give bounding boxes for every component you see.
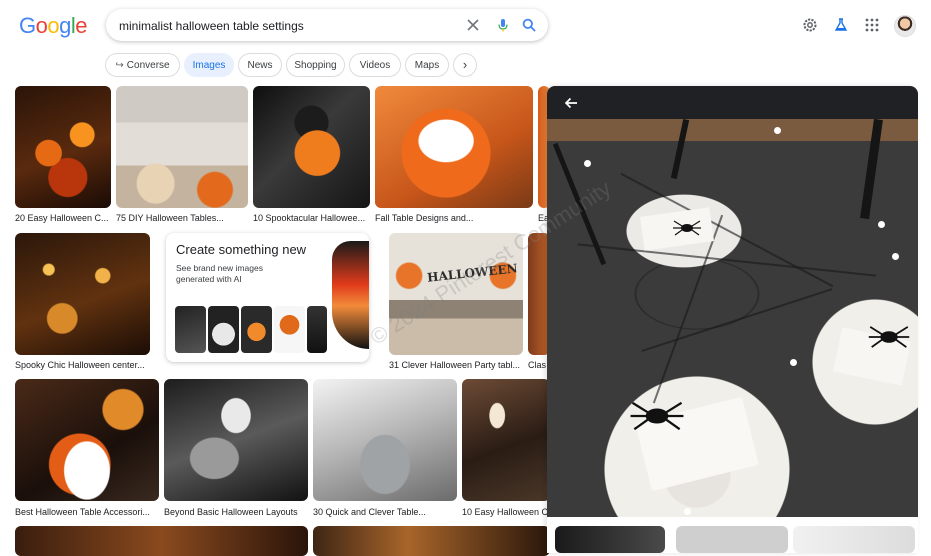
chair-leg <box>670 119 690 179</box>
chair-leg <box>860 118 883 220</box>
result-image[interactable] <box>164 379 308 501</box>
hotspot-dot[interactable] <box>774 127 781 134</box>
result-image[interactable] <box>15 86 111 208</box>
result-caption[interactable]: 75 DIY Halloween Tables... <box>116 213 248 223</box>
result-caption[interactable]: 10 Spooktacular Hallowee... <box>253 213 370 223</box>
chevron-right-icon: › <box>462 57 468 72</box>
ai-swirl-graphic <box>332 241 369 349</box>
create-something-new-card[interactable]: Create something new See brand new image… <box>166 233 369 362</box>
chip-converse[interactable]: ↪ Converse <box>105 53 180 77</box>
web-strand <box>577 243 877 277</box>
result-caption[interactable]: 20 Easy Halloween C... <box>15 213 111 223</box>
create-card-subtitle: See brand new images generated with AI <box>176 263 263 284</box>
search-box[interactable] <box>106 9 548 41</box>
related-image[interactable] <box>676 526 788 553</box>
result-caption[interactable]: Best Halloween Table Accessori... <box>15 507 159 517</box>
result-caption[interactable]: 30 Quick and Clever Table... <box>313 507 457 517</box>
result-caption[interactable]: 31 Clever Halloween Party tabl... <box>389 360 523 370</box>
clear-icon[interactable] <box>466 18 480 32</box>
chips-next-button[interactable]: › <box>453 53 477 77</box>
labs-flask-icon[interactable] <box>833 17 849 33</box>
result-image[interactable] <box>15 379 159 501</box>
result-image[interactable] <box>15 526 308 556</box>
chip-videos[interactable]: Videos <box>349 53 401 77</box>
ai-sample-image <box>208 306 239 353</box>
spider-decoration <box>630 401 684 431</box>
chip-shopping[interactable]: Shopping <box>286 53 345 77</box>
result-image[interactable] <box>313 526 550 556</box>
chip-images[interactable]: Images <box>184 53 234 77</box>
spider-decoration <box>673 220 701 236</box>
result-caption[interactable]: Ea <box>538 213 547 223</box>
related-image[interactable] <box>555 526 665 553</box>
hotspot-dot[interactable] <box>790 359 797 366</box>
halloween-banner-text: HALLOWEEN <box>426 261 519 285</box>
hotspot-dot[interactable] <box>878 221 885 228</box>
result-image[interactable]: HALLOWEEN <box>389 233 523 355</box>
hotspot-dot[interactable] <box>892 253 899 260</box>
related-image[interactable] <box>793 526 915 553</box>
spider-decoration <box>868 326 910 348</box>
chip-maps[interactable]: Maps <box>405 53 449 77</box>
google-logo[interactable]: Google <box>19 13 88 39</box>
settings-gear-icon[interactable] <box>802 17 818 33</box>
result-caption[interactable]: Fall Table Designs and... <box>375 213 533 223</box>
chip-news[interactable]: News <box>238 53 282 77</box>
result-caption[interactable]: 10 Easy Halloween C <box>462 507 547 517</box>
ai-sample-image <box>175 306 206 353</box>
create-card-title: Create something new <box>176 242 307 257</box>
preview-toolbar <box>547 86 918 119</box>
ai-sample-image <box>241 306 272 353</box>
hotspot-dot[interactable] <box>684 508 691 515</box>
search-icon[interactable] <box>522 18 536 32</box>
ai-sample-image <box>307 306 327 353</box>
converse-arrow-icon: ↪ <box>115 60 124 71</box>
result-image[interactable] <box>313 379 457 501</box>
apps-grid-icon[interactable] <box>864 17 880 33</box>
result-caption[interactable]: Beyond Basic Halloween Layouts <box>164 507 308 517</box>
hotspot-dot[interactable] <box>584 160 591 167</box>
web-strand <box>641 288 833 352</box>
result-image[interactable] <box>375 86 533 208</box>
result-image[interactable] <box>15 233 150 355</box>
result-image[interactable] <box>116 86 248 208</box>
account-avatar[interactable] <box>894 15 916 37</box>
image-preview-panel <box>547 86 918 553</box>
result-caption[interactable]: Clas <box>528 360 547 370</box>
result-image[interactable] <box>462 379 550 501</box>
result-caption[interactable]: Spooky Chic Halloween center... <box>15 360 150 370</box>
result-image[interactable] <box>253 86 370 208</box>
preview-image[interactable] <box>547 118 918 517</box>
mic-icon[interactable] <box>496 18 510 32</box>
back-arrow-icon[interactable] <box>563 95 579 111</box>
ai-sample-image <box>274 306 305 353</box>
search-input[interactable] <box>117 15 451 37</box>
